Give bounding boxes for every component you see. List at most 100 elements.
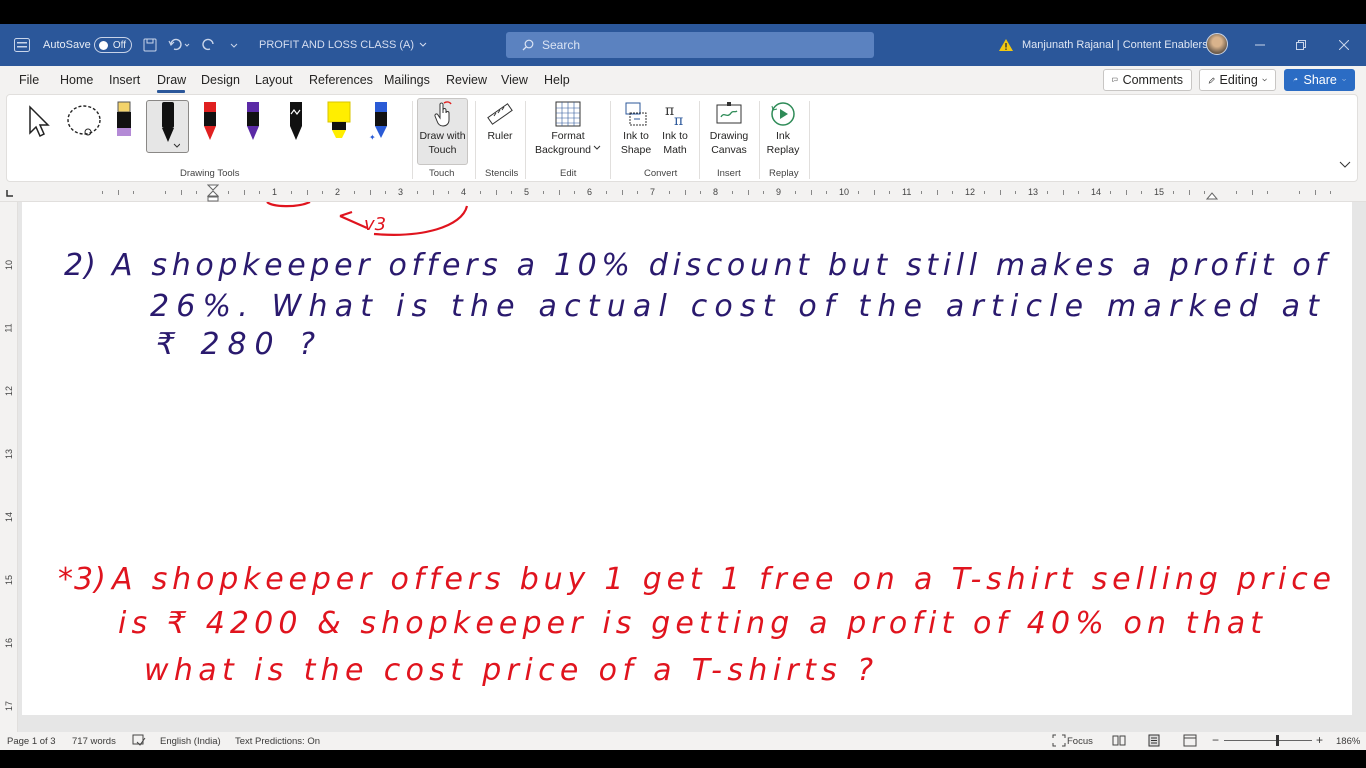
zoom-slider-thumb[interactable] [1276, 735, 1279, 746]
pen-galaxy-button[interactable]: ✦ [369, 100, 391, 146]
svg-text:π: π [674, 113, 683, 127]
group-label-replay: Replay [769, 168, 799, 179]
search-input[interactable]: Search [506, 32, 874, 58]
ink-replay-button[interactable]: Ink Replay [763, 101, 803, 157]
cursor-arrow-icon [29, 105, 50, 138]
word-app-icon[interactable] [14, 24, 30, 66]
document-page[interactable]: v3 2) A shopkeeper offers a 10% discount… [22, 202, 1352, 715]
undo-icon[interactable] [168, 24, 190, 66]
tab-draw[interactable]: Draw [157, 73, 186, 87]
share-icon [1293, 77, 1298, 82]
word-count[interactable]: 717 words [72, 736, 116, 747]
ruler-tick [1172, 191, 1174, 194]
ruler-tick [1141, 191, 1143, 194]
pen-red-icon [204, 102, 216, 140]
zoom-in-button[interactable]: + [1316, 733, 1323, 747]
close-button[interactable] [1324, 24, 1364, 66]
share-button[interactable]: Share [1284, 69, 1355, 91]
tab-home[interactable]: Home [60, 73, 93, 87]
ink-to-shape-button[interactable]: Ink to Shape [619, 101, 653, 157]
ink-to-math-button[interactable]: ππ Ink to Math [658, 101, 692, 157]
ribbon-tabs: File Home Insert Draw Design Layout Refe… [0, 66, 1366, 94]
language[interactable]: English (India) [160, 736, 221, 747]
avatar[interactable] [1206, 33, 1228, 55]
zoom-level[interactable]: 186% [1336, 736, 1360, 747]
ink-to-shape-label-1: Ink to [623, 130, 649, 142]
restore-button[interactable] [1281, 24, 1321, 66]
q2-number: 2) [64, 248, 97, 283]
lasso-select-button[interactable] [64, 103, 104, 143]
ruler-tick [1046, 191, 1048, 194]
page-count[interactable]: Page 1 of 3 [7, 736, 56, 747]
text-predictions[interactable]: Text Predictions: On [235, 736, 320, 747]
vertical-ruler-number: 17 [4, 700, 15, 712]
ruler-button[interactable]: Ruler [483, 101, 517, 143]
minimize-button[interactable] [1240, 24, 1280, 66]
pen-purple-button[interactable] [243, 100, 263, 146]
proofing-icon[interactable] [132, 734, 146, 750]
tab-view[interactable]: View [501, 73, 528, 87]
tab-review[interactable]: Review [446, 73, 487, 87]
read-mode-icon[interactable] [1112, 734, 1126, 749]
redo-icon[interactable] [202, 24, 216, 66]
ribbon-collapse-button[interactable] [1339, 161, 1351, 171]
vertical-ruler[interactable]: 10 11 12 13 14 15 16 17 [0, 202, 18, 732]
pen-black-pattern-button[interactable] [286, 100, 306, 146]
ruler-tick [448, 191, 450, 194]
ruler-number: 12 [965, 187, 976, 197]
ruler-tick [574, 191, 576, 194]
format-background-button[interactable]: Format Background [532, 101, 604, 157]
pen-black-button[interactable] [156, 100, 180, 152]
vertical-ruler-number: 13 [4, 448, 15, 460]
comments-button[interactable]: Comments [1103, 69, 1192, 91]
tab-file[interactable]: File [19, 73, 39, 87]
tab-help[interactable]: Help [544, 73, 570, 87]
highlighter-yellow-button[interactable] [325, 100, 353, 146]
zoom-slider-track[interactable] [1224, 740, 1312, 741]
select-tool-button[interactable] [25, 105, 51, 141]
highlighter-purple-button[interactable] [113, 100, 135, 142]
tab-stop-icon [6, 190, 13, 197]
focus-icon[interactable] [1052, 734, 1066, 750]
draw-with-touch-label-2: Touch [428, 144, 457, 156]
ruler-tick [983, 191, 985, 194]
tab-design[interactable]: Design [201, 73, 240, 87]
autosave-toggle[interactable]: Off [94, 37, 132, 53]
separator [759, 101, 760, 179]
ruler-number: 3 [398, 187, 404, 197]
tab-insert[interactable]: Insert [109, 73, 140, 87]
svg-text:✦: ✦ [369, 133, 376, 142]
search-placeholder: Search [542, 38, 581, 52]
focus-button[interactable]: Focus [1067, 736, 1093, 747]
ruler-tick [1015, 191, 1017, 194]
tab-mailings[interactable]: Mailings [384, 73, 430, 87]
ruler-number: 13 [1028, 187, 1039, 197]
tab-layout[interactable]: Layout [255, 73, 293, 87]
customize-toolbar-icon[interactable] [230, 24, 238, 66]
user-name[interactable]: Manjunath Rajanal | Content Enablers [1022, 24, 1208, 66]
zoom-out-button[interactable]: − [1212, 733, 1219, 747]
ruler-tick [227, 191, 229, 194]
vertical-ruler-number: 10 [4, 259, 15, 271]
ruler-number: 5 [524, 187, 530, 197]
pen-red-button[interactable] [200, 100, 220, 146]
svg-text:π: π [665, 103, 674, 119]
document-title[interactable]: PROFIT AND LOSS CLASS (A) [259, 24, 428, 66]
print-layout-icon[interactable] [1147, 734, 1161, 750]
ruler-number: 6 [587, 187, 593, 197]
ruler-tick [621, 190, 623, 195]
drawing-canvas-button[interactable]: Drawing Canvas [707, 101, 751, 157]
tab-references[interactable]: References [309, 73, 373, 87]
ink-layer: v3 2) A shopkeeper offers a 10% discount… [58, 202, 1331, 688]
editing-button[interactable]: Editing [1199, 69, 1276, 91]
ruler-tick [794, 191, 796, 194]
web-layout-icon[interactable] [1183, 734, 1197, 750]
drawing-canvas-icon [716, 102, 742, 124]
draw-with-touch-button[interactable]: Draw with Touch [417, 101, 468, 157]
ruler-tick [684, 190, 686, 195]
warning-icon[interactable] [998, 24, 1014, 66]
horizontal-ruler[interactable]: 1 2 3 4 5 6 7 8 9 10 11 12 13 14 15 [0, 184, 1366, 202]
ink-to-math-label-2: Math [663, 144, 687, 156]
ruler-number: 8 [713, 187, 719, 197]
save-icon[interactable] [143, 24, 157, 66]
